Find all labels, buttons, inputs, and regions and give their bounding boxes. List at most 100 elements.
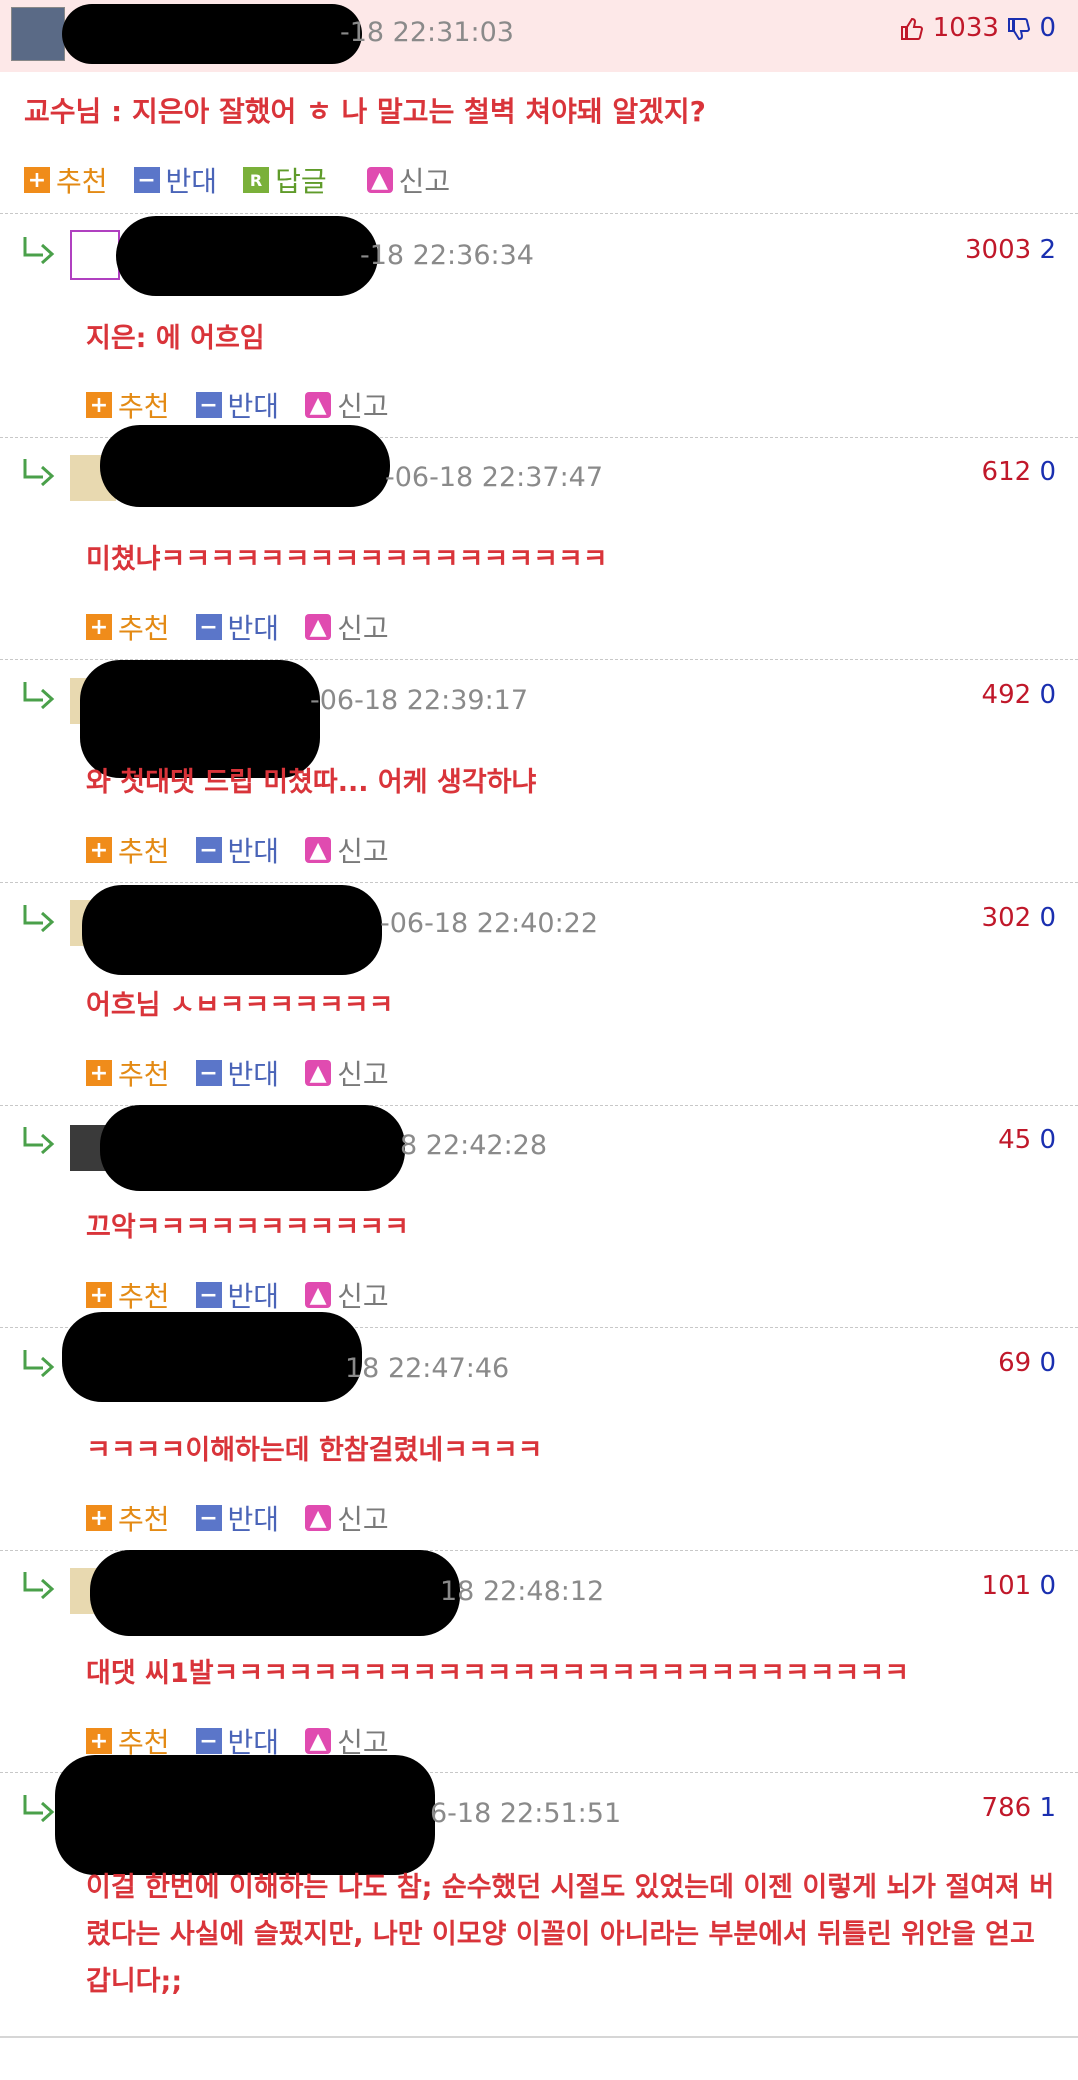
divider [0,2036,1078,2038]
divider [0,213,1078,214]
report-button[interactable]: ▲ 신고 [366,160,450,200]
minus-icon: − [195,392,222,418]
oppose-button[interactable]: − 반대 [195,607,279,647]
author-avatar[interactable] [11,7,65,61]
comment-votes: 492 0 [981,680,1056,710]
redacted-username [82,885,382,975]
comment-text: ㅋㅋㅋㅋ이해하는데 한참걸렸네ㅋㅋㅋㅋ [86,1435,543,1466]
minus-icon: − [195,1060,222,1086]
comment-text: 어흐님 ㅅㅂㅋㅋㅋㅋㅋㅋㅋ [86,990,394,1021]
reply-arrow-icon [23,905,55,933]
reply-arrow-icon [23,459,55,487]
siren-icon: ▲ [305,837,332,863]
plus-icon: + [24,167,50,193]
divider [0,882,1078,883]
reply-arrow-icon [23,237,55,265]
comment-votes: 786 1 [981,1793,1056,1823]
avatar[interactable] [70,230,120,280]
thumbs-up-icon[interactable] [900,17,924,41]
comment-votes: 101 0 [981,1571,1056,1601]
reply-arrow-icon [23,1572,55,1600]
comment-actions: + 추천 − 반대 ▲ 신고 [86,1498,415,1538]
redacted-username [90,1550,460,1636]
recommend-button[interactable]: + 추천 [86,830,170,870]
plus-icon: + [86,1060,112,1086]
comment-text: 와 첫대댓 드립 미쳤따... 어케 생각하냐 [86,767,537,798]
comment-votes: 3003 2 [965,235,1056,265]
plus-icon: + [86,614,112,640]
oppose-button[interactable]: − 반대 [195,1498,279,1538]
redacted-username [62,1312,362,1402]
comment-actions: + 추천 − 반대 ▲ 신고 [86,607,415,647]
report-button[interactable]: ▲ 신고 [305,1498,389,1538]
redacted-username [62,4,362,64]
comment-actions: + 추천 − 반대 ▲ 신고 [86,385,415,425]
post-timestamp: -18 22:31:03 [340,17,514,48]
redacted-username [100,425,390,507]
reply-button[interactable]: R 답글 [243,160,327,200]
comment-actions: + 추천 − 반대 ▲ 신고 [86,1275,415,1315]
comment-timestamp: 8 22:42:28 [400,1130,548,1161]
minus-icon: − [195,1505,222,1531]
recommend-button[interactable]: + 추천 [86,1275,170,1315]
siren-icon: ▲ [305,392,332,418]
report-button[interactable]: ▲ 신고 [305,1053,389,1093]
plus-icon: + [86,392,112,418]
recommend-button[interactable]: + 추천 [86,607,170,647]
plus-icon: + [86,1282,112,1308]
siren-icon: ▲ [366,167,393,193]
comment-text: 지은: 에 어흐임 [86,323,265,354]
reply-arrow-icon [23,1127,55,1155]
plus-icon: + [86,1728,112,1754]
oppose-button[interactable]: − 반대 [195,1275,279,1315]
recommend-button[interactable]: + 추천 [24,160,108,200]
minus-icon: − [195,614,222,640]
redacted-username [55,1755,435,1875]
report-button[interactable]: ▲ 신고 [305,1275,389,1315]
comment-actions: + 추천 − 반대 ▲ 신고 [86,830,415,870]
comment-text: 대댓 씨1발ㅋㅋㅋㅋㅋㅋㅋㅋㅋㅋㅋㅋㅋㅋㅋㅋㅋㅋㅋㅋㅋㅋㅋㅋㅋㅋㅋㅋ [86,1658,910,1689]
siren-icon: ▲ [305,1060,332,1086]
report-button[interactable]: ▲ 신고 [305,830,389,870]
siren-icon: ▲ [305,614,332,640]
siren-icon: ▲ [305,1728,332,1754]
recommend-button[interactable]: + 추천 [86,385,170,425]
minus-icon: − [195,837,222,863]
comment-timestamp: -06-18 22:37:47 [385,462,604,493]
minus-icon: − [133,167,160,193]
reply-arrow-icon [23,682,55,710]
post-downvote-count: 0 [1039,13,1056,43]
comment-actions: + 추천 − 반대 ▲ 신고 [86,1053,415,1093]
comment-votes: 302 0 [981,903,1056,933]
report-button[interactable]: ▲ 신고 [305,385,389,425]
recommend-button[interactable]: + 추천 [86,1053,170,1093]
oppose-button[interactable]: − 반대 [195,1053,279,1093]
post-votes: 1033 0 [900,13,1056,43]
comment-text: 미쳤냐ㅋㅋㅋㅋㅋㅋㅋㅋㅋㅋㅋㅋㅋㅋㅋㅋㅋㅋ [86,544,608,575]
comment-text: 끄악ㅋㅋㅋㅋㅋㅋㅋㅋㅋㅋㅋ [86,1212,409,1243]
comment-votes: 612 0 [981,457,1056,487]
post-actions: + 추천 − 반대 R 답글 ▲ 신고 [24,160,476,200]
oppose-button[interactable]: − 반대 [133,160,217,200]
thumbs-down-icon[interactable] [1007,17,1031,41]
recommend-button[interactable]: + 추천 [86,1498,170,1538]
comment-text: 이걸 한번에 이해하는 나도 참; 순수했던 시절도 있었는데 이젠 이렇게 뇌… [86,1872,1055,1997]
redacted-username [100,1105,405,1191]
redacted-username [116,216,378,296]
comment-timestamp: 6-18 22:51:51 [430,1798,622,1829]
siren-icon: ▲ [305,1505,332,1531]
siren-icon: ▲ [305,1282,332,1308]
report-button[interactable]: ▲ 신고 [305,607,389,647]
oppose-button[interactable]: − 반대 [195,830,279,870]
comment-timestamp: 18 22:47:46 [345,1353,510,1384]
post-upvote-count: 1033 [932,13,999,43]
comment-timestamp: -18 22:36:34 [360,240,534,271]
minus-icon: − [195,1282,222,1308]
comment-votes: 45 0 [998,1125,1056,1155]
reply-arrow-icon [23,1350,55,1378]
comment-timestamp: -06-18 22:39:17 [310,685,529,716]
oppose-button[interactable]: − 반대 [195,385,279,425]
comment-timestamp: 18 22:48:12 [440,1576,605,1607]
minus-icon: − [195,1728,222,1754]
plus-icon: + [86,837,112,863]
